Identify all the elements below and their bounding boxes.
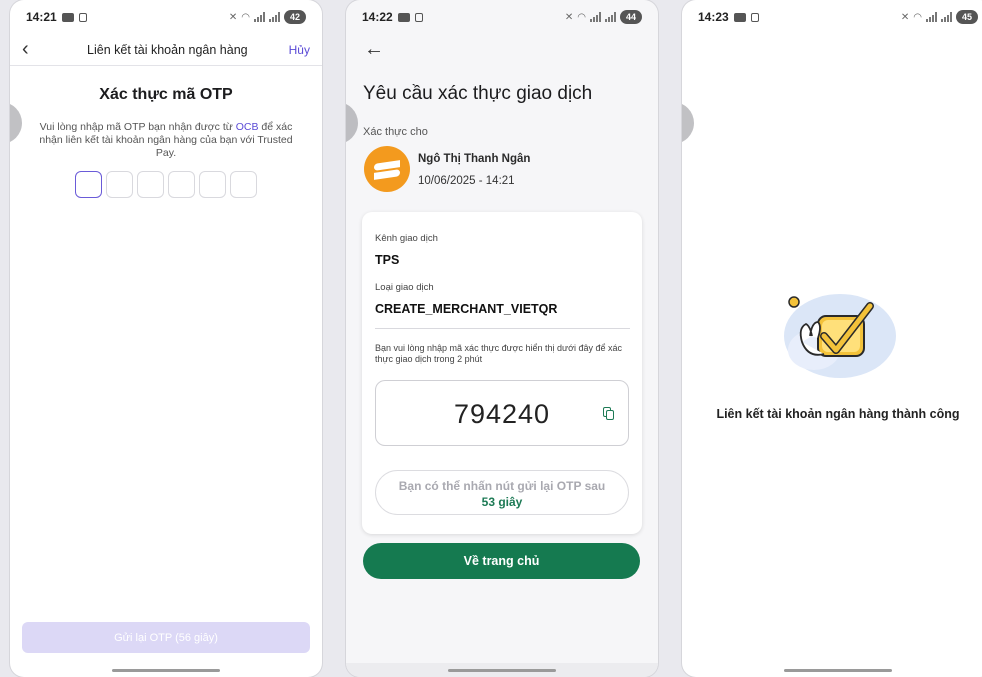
verification-code: 794240 (453, 399, 551, 429)
message-icon (733, 12, 746, 22)
home-indicator[interactable] (784, 669, 892, 672)
verification-code-box: 794240 (375, 380, 629, 446)
merchant-logo-icon (364, 146, 410, 192)
lock-icon (414, 12, 423, 22)
signal-icon-2 (269, 12, 280, 22)
success-check-icon (784, 294, 896, 378)
type-value: CREATE_MERCHANT_VIETQR (375, 302, 558, 316)
otp-digit-input[interactable] (199, 171, 226, 198)
signal-icon (590, 12, 601, 22)
wifi-icon: ◠ (241, 11, 250, 23)
channel-value: TPS (375, 253, 400, 267)
signal-icon-2 (941, 12, 952, 22)
user-name: Ngô Thị Thanh Ngân (418, 153, 531, 165)
battery-icon: 45 (956, 10, 978, 24)
bank-name: OCB (235, 121, 259, 133)
otp-digit-input[interactable] (230, 171, 257, 198)
lock-icon (750, 12, 759, 22)
side-panel-handle[interactable] (10, 102, 22, 144)
side-panel-handle[interactable] (682, 102, 694, 144)
otp-digit-input[interactable] (75, 171, 102, 198)
status-bar: 14:23 ✕ ◠ 45 (682, 0, 982, 34)
success-message: Liên kết tài khoản ngân hàng thành công (716, 407, 960, 421)
timer-text: Bạn có thể nhấn nút gửi lại OTP sau (398, 479, 606, 493)
status-bar: 14:22 ✕ ◠ 44 (346, 0, 658, 34)
request-datetime: 10/06/2025 - 14:21 (418, 175, 515, 187)
wifi-icon: ◠ (913, 11, 922, 23)
otp-input-group (75, 171, 257, 198)
battery-icon: 44 (620, 10, 642, 24)
otp-digit-input[interactable] (168, 171, 195, 198)
transaction-verify-screen: 14:22 ✕ ◠ 44 ← Yêu cầu xác thực giao dịc… (346, 0, 658, 677)
home-button[interactable]: Về trang chủ (363, 543, 640, 579)
resend-otp-button[interactable]: Gửi lại OTP (56 giây) (22, 622, 310, 653)
channel-label: Kênh giao dịch (375, 233, 438, 244)
status-time: 14:21 (26, 10, 57, 24)
otp-description: Vui lòng nhập mã OTP bạn nhận được từ OC… (39, 121, 293, 159)
otp-heading: Xác thực mã OTP (99, 86, 233, 103)
success-screen: 14:23 ✕ ◠ 45 Liên kết tài khoản ngân hàn… (682, 0, 982, 677)
home-indicator[interactable] (112, 669, 220, 672)
copy-icon[interactable] (603, 407, 614, 420)
status-time: 14:23 (698, 10, 729, 24)
back-arrow-icon[interactable]: ← (364, 38, 384, 61)
page-title: Yêu cầu xác thực giao dịch (363, 83, 593, 104)
otp-digit-input[interactable] (106, 171, 133, 198)
home-indicator[interactable] (448, 669, 556, 672)
app-header: ‹ Liên kết tài khoản ngân hàng Hủy (10, 34, 322, 66)
signal-icon-2 (605, 12, 616, 22)
divider (375, 328, 630, 329)
signal-icon (926, 12, 937, 22)
side-panel-handle[interactable] (346, 102, 358, 144)
battery-icon: 42 (284, 10, 306, 24)
resend-timer: Bạn có thể nhấn nút gửi lại OTP sau 53 g… (375, 470, 629, 515)
cancel-button[interactable]: Hủy (289, 43, 310, 57)
otp-digit-input[interactable] (137, 171, 164, 198)
type-label: Loại giao dịch (375, 282, 434, 293)
status-bar: 14:21 ✕ ◠ 42 (10, 0, 322, 34)
transaction-card: Kênh giao dịch TPS Loại giao dịch CREATE… (362, 212, 642, 534)
code-instruction: Bạn vui lòng nhập mã xác thực được hiển … (375, 343, 623, 364)
message-icon (397, 12, 410, 22)
mute-icon: ✕ (900, 11, 910, 23)
mute-icon: ✕ (564, 11, 574, 23)
timer-seconds: 53 giây (481, 495, 523, 509)
back-chevron-icon[interactable]: ‹ (22, 38, 46, 61)
header-title: Liên kết tài khoản ngân hàng (87, 42, 248, 57)
verify-for-label: Xác thực cho (363, 126, 428, 138)
status-time: 14:22 (362, 10, 393, 24)
message-icon (61, 12, 74, 22)
lock-icon (78, 12, 87, 22)
signal-icon (254, 12, 265, 22)
mute-icon: ✕ (228, 11, 238, 23)
wifi-icon: ◠ (577, 11, 586, 23)
otp-input-screen: 14:21 ✕ ◠ 42 ‹ Liên kết tài khoản ngân h… (10, 0, 322, 677)
screenshot-stage: 14:21 ✕ ◠ 42 ‹ Liên kết tài khoản ngân h… (0, 0, 982, 677)
